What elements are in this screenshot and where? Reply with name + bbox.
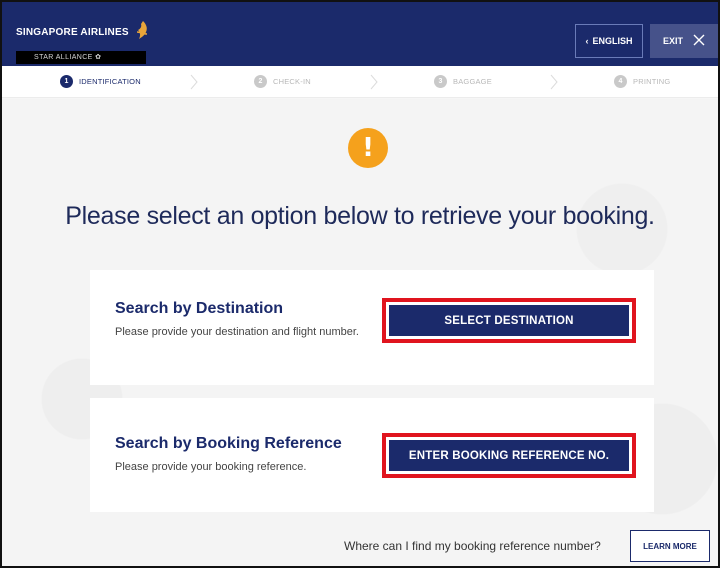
chevron-right-icon: [550, 74, 558, 90]
warning-icon: !: [348, 128, 388, 168]
step-number: 2: [254, 75, 267, 88]
option-title: Search by Destination: [115, 300, 284, 317]
option-description: Please provide your destination and flig…: [115, 326, 359, 338]
chevron-right-icon: [190, 74, 198, 90]
step-label: CHECK-IN: [273, 77, 311, 86]
alliance-label: STAR ALLIANCE: [34, 54, 93, 61]
language-button[interactable]: ‹ ENGLISH: [575, 24, 643, 58]
progress-steps: 1 IDENTIFICATION 2 CHECK-IN 3 BAGGAGE 4 …: [2, 66, 718, 98]
brand-name: SINGAPORE AIRLINES: [16, 27, 129, 38]
chevron-right-icon: [370, 74, 378, 90]
chevron-left-icon: ‹: [585, 36, 589, 46]
header-bar: SINGAPORE AIRLINES STAR ALLIANCE ✿ ‹ ENG…: [2, 2, 718, 66]
step-number: 3: [434, 75, 447, 88]
close-icon: [693, 34, 705, 48]
option-description: Please provide your booking reference.: [115, 461, 307, 473]
step-label: PRINTING: [633, 77, 671, 86]
enter-booking-reference-button[interactable]: ENTER BOOKING REFERENCE NO.: [389, 440, 629, 471]
step-check-in: 2 CHECK-IN: [254, 75, 311, 88]
highlight-outline: ENTER BOOKING REFERENCE NO.: [382, 433, 636, 478]
option-card-booking-reference: Search by Booking Reference Please provi…: [90, 398, 654, 512]
kiosk-screen: SINGAPORE AIRLINES STAR ALLIANCE ✿ ‹ ENG…: [0, 0, 720, 568]
page-title: Please select an option below to retriev…: [65, 202, 655, 230]
step-number: 1: [60, 75, 73, 88]
option-card-destination: Search by Destination Please provide you…: [90, 270, 654, 385]
help-text: Where can I find my booking reference nu…: [344, 539, 601, 553]
step-number: 4: [614, 75, 627, 88]
step-baggage: 3 BAGGAGE: [434, 75, 492, 88]
bird-logo-icon: [136, 20, 150, 45]
airline-logo: SINGAPORE AIRLINES: [16, 20, 150, 45]
exit-button[interactable]: EXIT: [650, 24, 718, 58]
star-alliance-badge: STAR ALLIANCE ✿: [16, 51, 146, 64]
highlight-outline: SELECT DESTINATION: [382, 298, 636, 343]
language-label: ENGLISH: [592, 36, 633, 46]
select-destination-button[interactable]: SELECT DESTINATION: [389, 305, 629, 336]
step-identification: 1 IDENTIFICATION: [60, 75, 141, 88]
exit-label: EXIT: [662, 36, 683, 46]
step-label: IDENTIFICATION: [79, 77, 141, 86]
option-title: Search by Booking Reference: [115, 435, 342, 452]
step-printing: 4 PRINTING: [614, 75, 670, 88]
learn-more-button[interactable]: LEARN MORE: [630, 530, 710, 562]
star-icon: ✿: [95, 54, 102, 61]
step-label: BAGGAGE: [453, 77, 492, 86]
